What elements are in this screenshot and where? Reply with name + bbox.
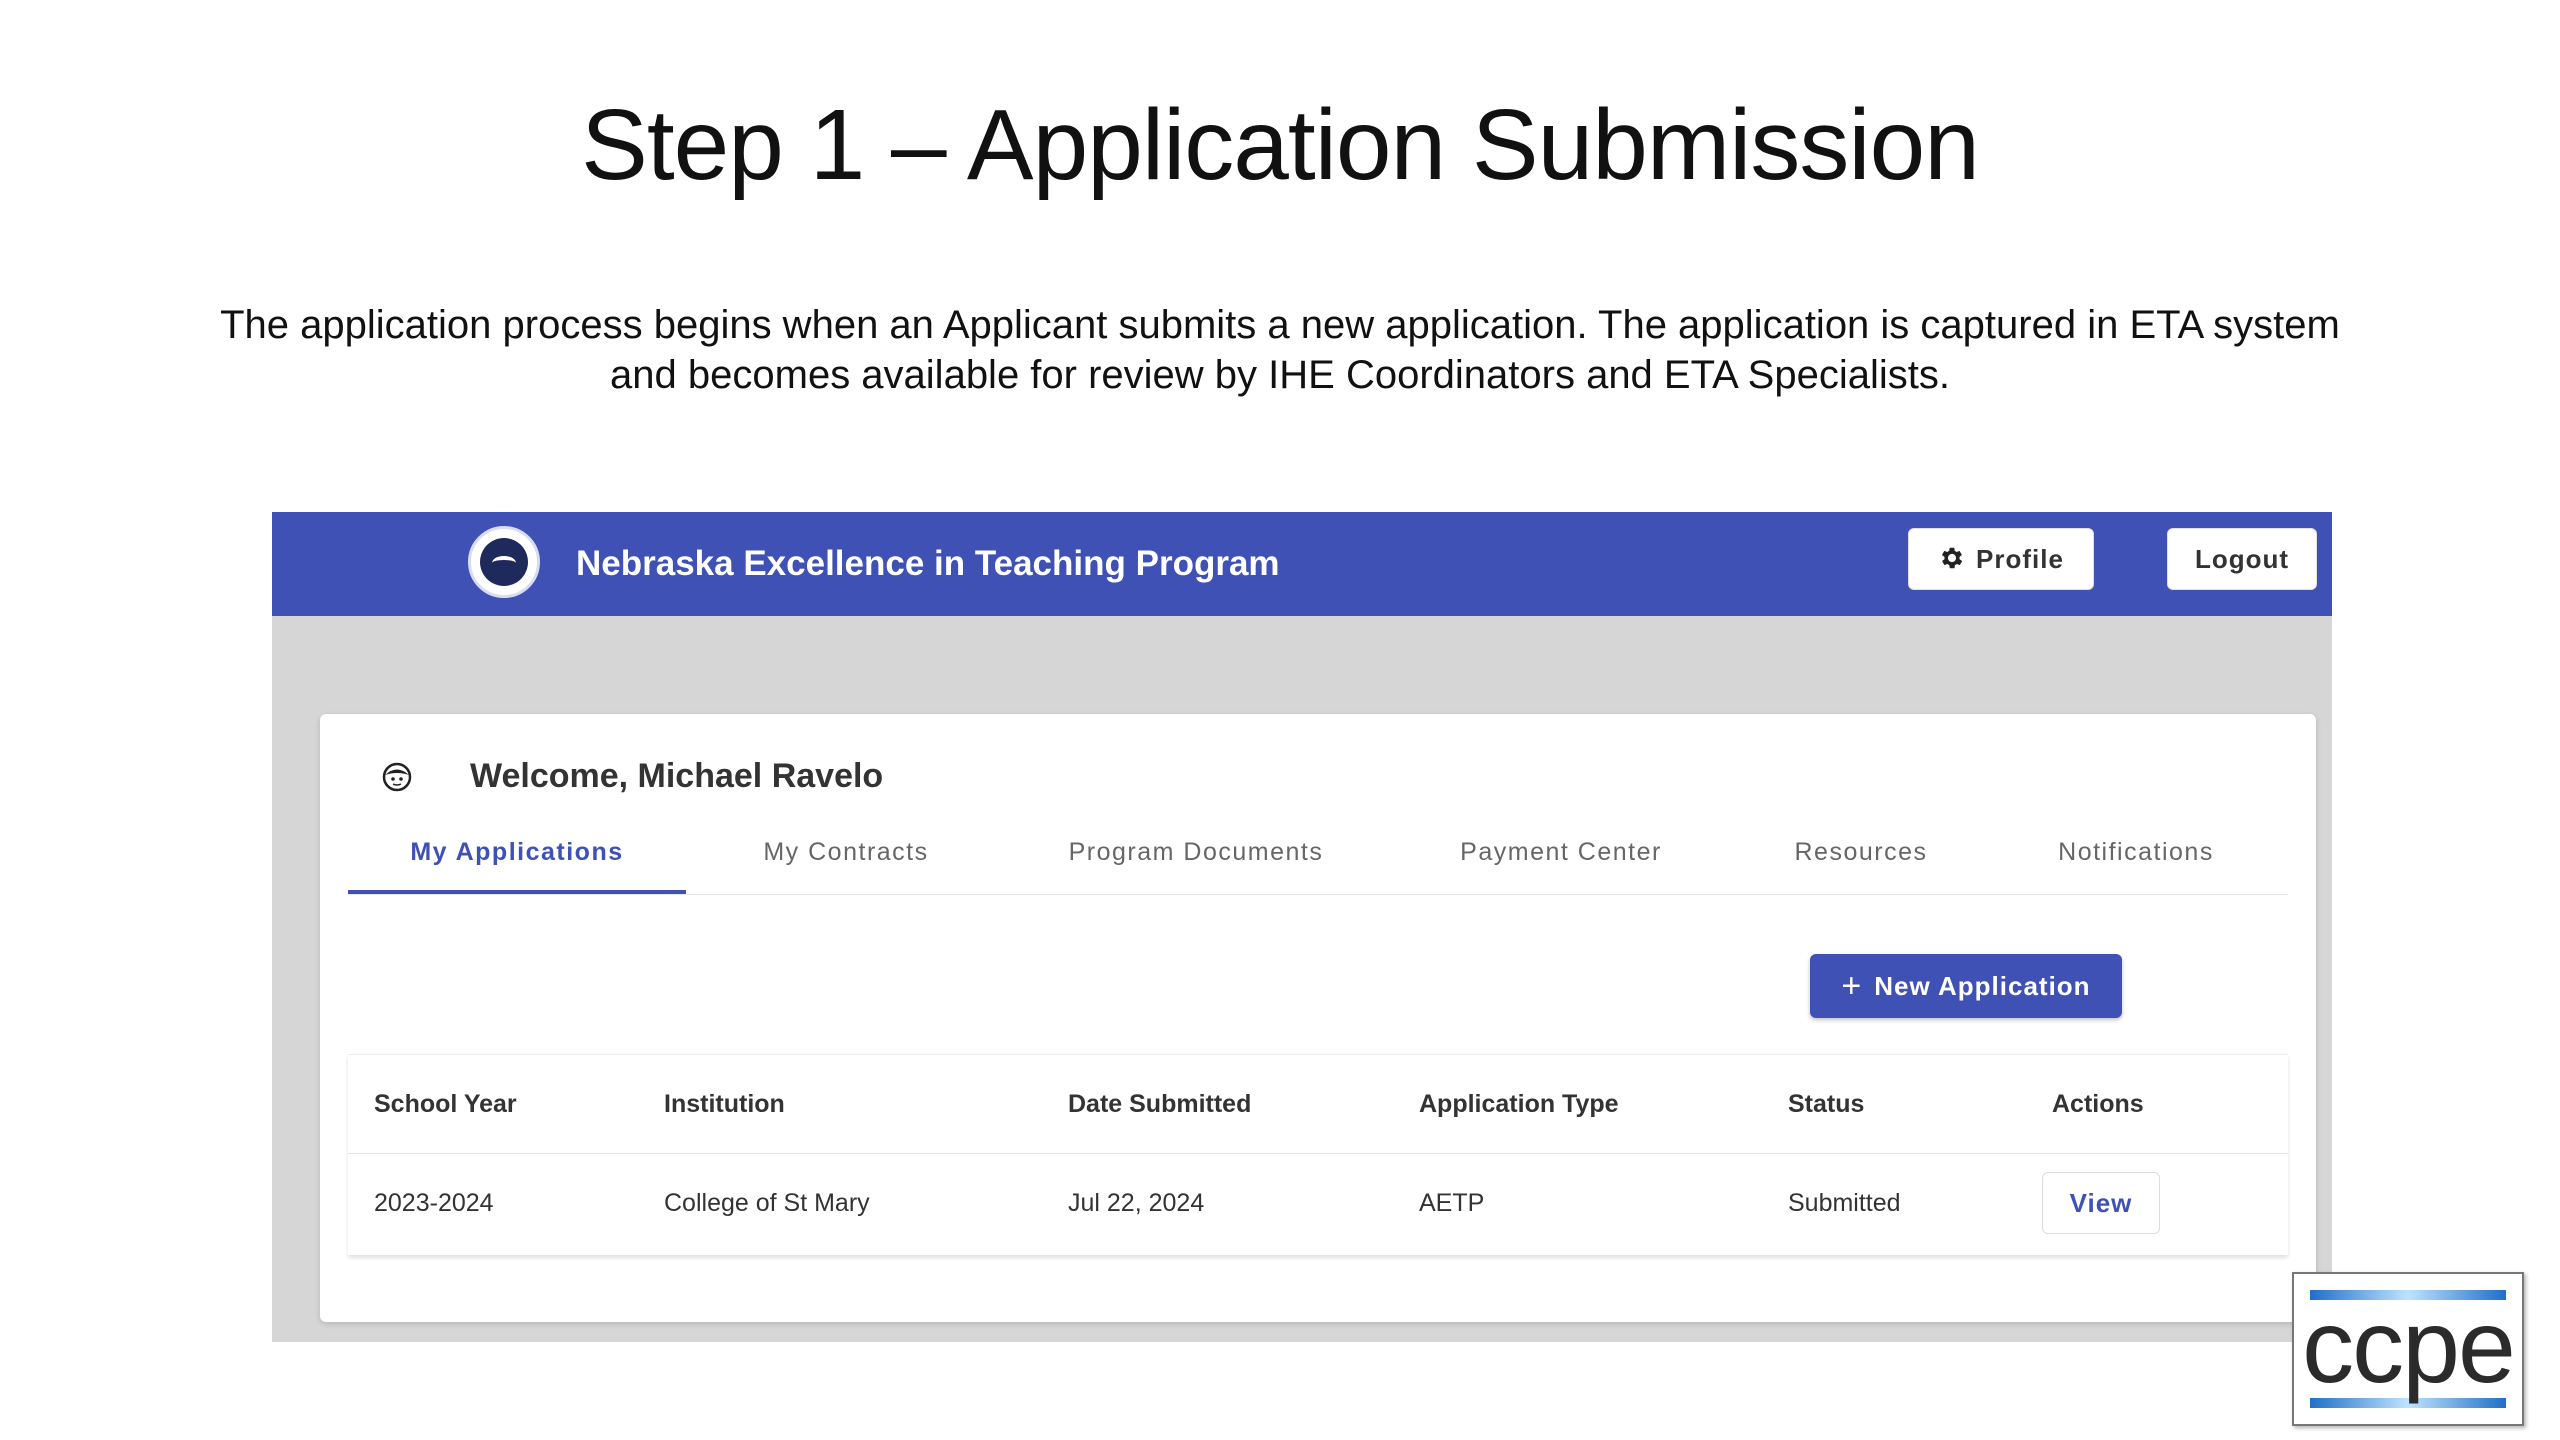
user-face-icon xyxy=(382,762,412,792)
gear-icon xyxy=(1941,547,1963,569)
app-screenshot: Nebraska Excellence in Teaching Program … xyxy=(272,512,2332,1342)
slide-description: The application process begins when an A… xyxy=(220,303,2340,397)
column-header: School Year xyxy=(374,1090,517,1118)
tab-program-documents[interactable]: Program Documents xyxy=(1006,824,1386,894)
welcome-message: Welcome, Michael Ravelo xyxy=(470,757,884,795)
view-button[interactable]: View xyxy=(2042,1172,2160,1234)
plus-icon: + xyxy=(1841,967,1863,1005)
profile-label: Profile xyxy=(1976,544,2064,574)
institution-cell: College of St Mary xyxy=(664,1189,870,1217)
slide-title: Step 1 – Application Submission xyxy=(581,89,1980,201)
date-submitted-cell: Jul 22, 2024 xyxy=(1068,1189,1205,1217)
table-row: 2023-2024 College of St Mary Jul 22, 202… xyxy=(348,1154,2288,1252)
column-header: Status xyxy=(1788,1090,1865,1118)
column-header: Actions xyxy=(2052,1090,2144,1118)
new-application-button[interactable]: + New Application xyxy=(1810,954,2122,1018)
ccpe-logo-text: ccpe xyxy=(2302,1289,2516,1405)
column-header: Institution xyxy=(664,1090,785,1118)
tab-notifications[interactable]: Notifications xyxy=(1986,824,2286,894)
table-header-row: School Year Institution Date Submitted A… xyxy=(348,1055,2288,1154)
profile-button[interactable]: Profile xyxy=(1908,528,2094,590)
tab-my-contracts[interactable]: My Contracts xyxy=(686,824,1006,894)
program-seal-icon xyxy=(468,526,540,598)
school-year-cell: 2023-2024 xyxy=(374,1189,494,1217)
new-application-label: New Application xyxy=(1874,971,2091,1001)
active-tab-indicator xyxy=(348,890,686,894)
app-title: Nebraska Excellence in Teaching Program xyxy=(576,544,1280,583)
tab-resources[interactable]: Resources xyxy=(1736,824,1986,894)
status-cell: Submitted xyxy=(1788,1189,1901,1217)
column-header: Date Submitted xyxy=(1068,1090,1252,1118)
application-type-cell: AETP xyxy=(1419,1189,1485,1217)
tab-payment-center[interactable]: Payment Center xyxy=(1386,824,1736,894)
applications-table: School Year Institution Date Submitted A… xyxy=(348,1054,2288,1255)
ccpe-logo: ccpe xyxy=(2292,1272,2524,1426)
column-header: Application Type xyxy=(1419,1090,1619,1118)
tab-bar: My Applications My Contracts Program Doc… xyxy=(348,824,2288,895)
dashboard-card: Welcome, Michael Ravelo My Applications … xyxy=(320,714,2316,1322)
app-header: Nebraska Excellence in Teaching Program … xyxy=(272,512,2332,616)
tab-my-applications[interactable]: My Applications xyxy=(348,824,686,894)
logout-button[interactable]: Logout xyxy=(2167,528,2317,590)
